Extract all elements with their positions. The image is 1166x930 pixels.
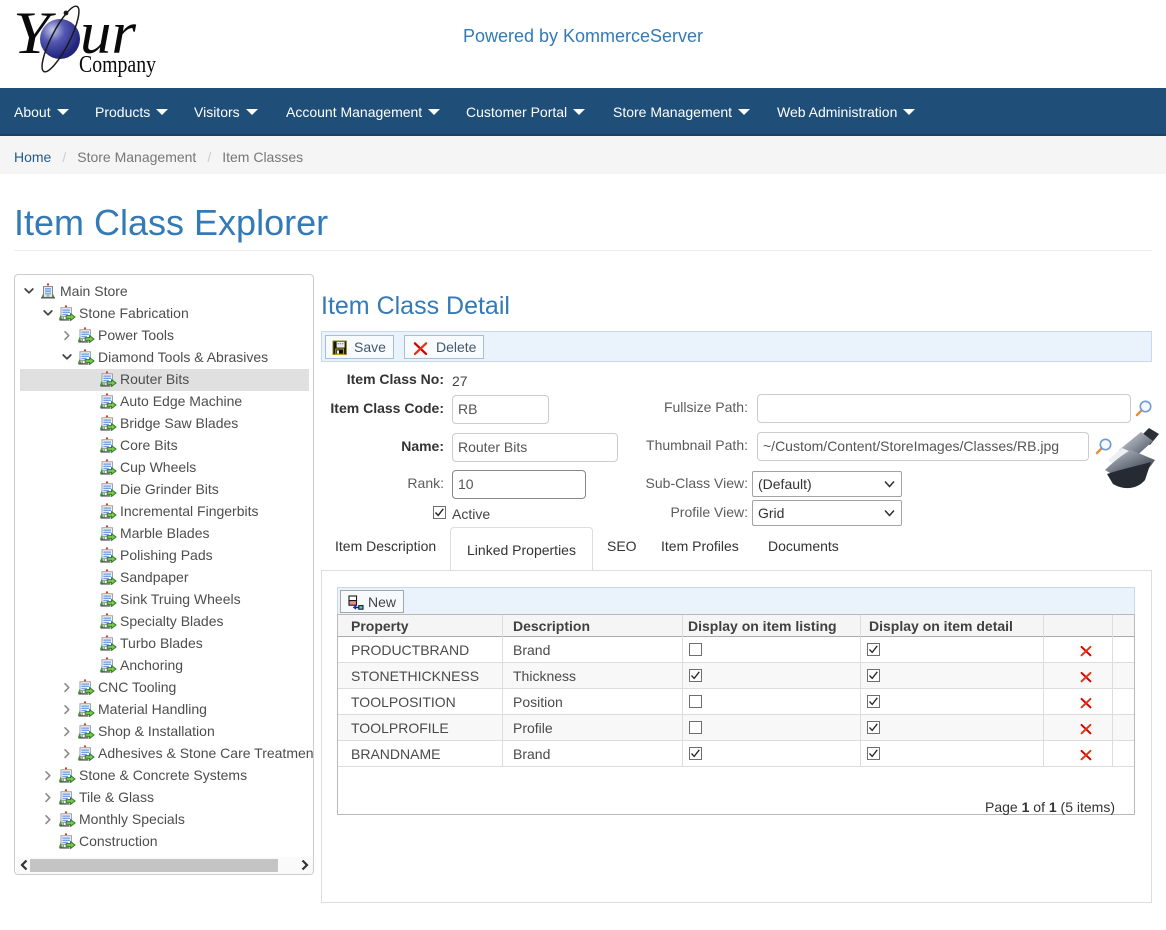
svg-text:Company: Company [79,52,156,78]
